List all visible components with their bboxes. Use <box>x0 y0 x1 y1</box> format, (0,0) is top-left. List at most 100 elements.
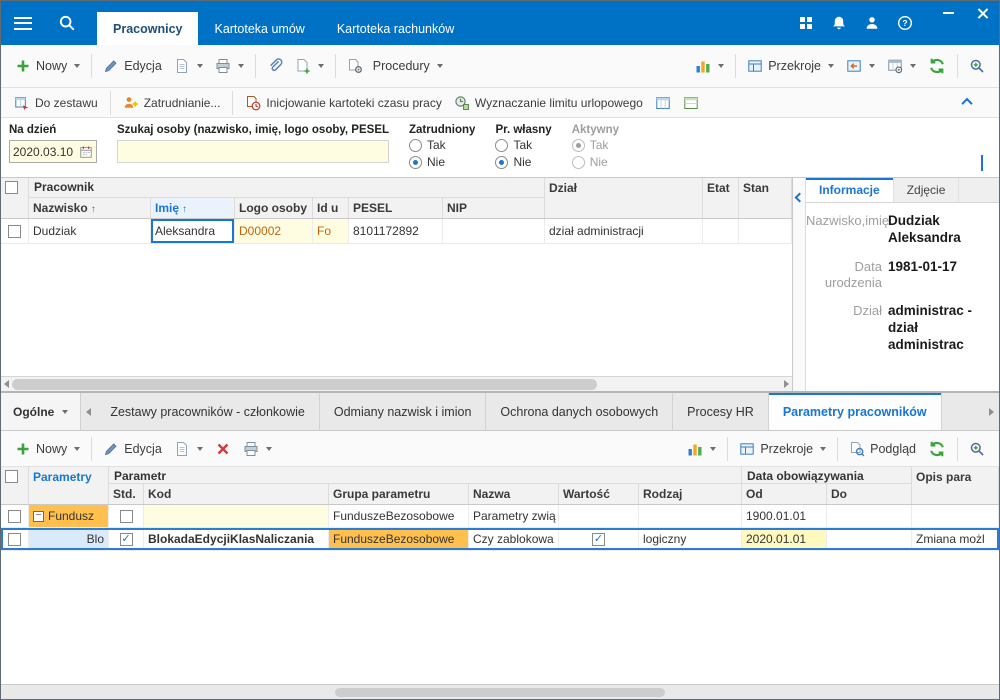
param-sections-button[interactable]: Przekroje <box>733 437 832 461</box>
tab-zdjecie[interactable]: Zdjęcie <box>894 178 960 202</box>
param-refresh-button[interactable] <box>922 436 952 462</box>
group-cell-fundusz[interactable]: Fundusz <box>29 505 109 527</box>
col-header-std[interactable]: Std. <box>109 484 144 504</box>
col-header-imie[interactable]: Imię <box>151 198 235 218</box>
col-header-od[interactable]: Od <box>742 484 827 504</box>
chart-button[interactable] <box>689 54 730 78</box>
panel-collapse-strip[interactable] <box>793 178 806 391</box>
param-edit-button[interactable]: Edycja <box>97 437 168 461</box>
caret-down-icon[interactable] <box>237 64 244 68</box>
cell-parametry[interactable]: Blo <box>29 528 109 550</box>
cell-grupa-parametru[interactable]: FunduszeBezosobowe <box>329 505 469 527</box>
employee-row[interactable]: Dudziak Aleksandra D00002 Fo 8101172892 … <box>1 219 792 244</box>
cell-nazwa[interactable]: Czy zablokowa <box>469 528 559 550</box>
preview-button[interactable]: Podgląd <box>843 437 922 461</box>
ogolne-selector[interactable]: Ogólne <box>1 393 82 430</box>
calendar-icon[interactable] <box>79 145 93 159</box>
tab-ochrona-danych[interactable]: Ochrona danych osobowych <box>486 393 674 430</box>
std-checkbox[interactable] <box>119 509 133 523</box>
collapse-group-icon[interactable] <box>33 510 44 522</box>
search-rows-button[interactable] <box>963 54 991 78</box>
caret-down-icon[interactable] <box>436 64 443 68</box>
collapse-filter-button[interactable] <box>981 155 983 171</box>
hscroll-thumb[interactable] <box>12 378 597 390</box>
col-header-nip[interactable]: NIP <box>443 198 545 218</box>
sort-asc-icon[interactable] <box>91 204 96 215</box>
tab-pracownicy[interactable]: Pracownicy <box>97 12 199 45</box>
radio-icon[interactable] <box>495 138 509 152</box>
hire-button[interactable]: Zatrudnianie... <box>118 92 226 114</box>
employee-grid-hscrollbar[interactable] <box>1 376 792 391</box>
col-header-kod[interactable]: Kod <box>144 484 329 504</box>
attachment-button[interactable] <box>261 54 289 78</box>
param-select-all-checkbox[interactable] <box>5 470 18 483</box>
date-input[interactable]: 2020.03.10 <box>9 140 97 163</box>
scroll-right-icon[interactable] <box>784 380 789 388</box>
close-button[interactable] <box>975 6 989 20</box>
cell-std[interactable] <box>109 528 144 550</box>
caret-down-icon[interactable] <box>910 64 916 68</box>
col-header-logo-osoby[interactable]: Logo osoby <box>235 198 313 218</box>
table-view-green-button[interactable] <box>678 92 704 114</box>
new-document-button[interactable] <box>289 54 330 78</box>
col-header-etat[interactable]: Etat <box>703 178 739 218</box>
col-header-id[interactable]: Id u <box>313 198 349 218</box>
caret-down-icon[interactable] <box>74 446 81 451</box>
cell-do[interactable] <box>827 528 912 550</box>
param-delete-button[interactable] <box>209 437 237 461</box>
col-header-grupa-parametru[interactable]: Grupa parametru <box>329 484 469 504</box>
init-timecard-button[interactable]: Inicjowanie kartoteki czasu pracy <box>240 92 446 114</box>
table-view-blue-button[interactable] <box>650 92 676 114</box>
notifications-button[interactable] <box>829 13 849 33</box>
col-header-dzial[interactable]: Dział <box>545 178 703 218</box>
apps-grid-button[interactable] <box>796 13 816 33</box>
sections-button[interactable]: Przekroje <box>741 54 840 78</box>
bottom-scroll-thumb[interactable] <box>335 687 665 697</box>
caret-down-icon[interactable] <box>710 446 717 451</box>
cell-logo-osoby[interactable]: D00002 <box>235 219 313 243</box>
caret-down-icon[interactable] <box>869 64 875 68</box>
cell-stan[interactable] <box>739 219 792 243</box>
col-header-opis[interactable]: Opis para <box>912 467 999 504</box>
own-yes-option[interactable]: Tak <box>495 137 551 153</box>
col-header-do[interactable]: Do <box>827 484 912 504</box>
col-header-rodzaj[interactable]: Rodzaj <box>639 484 742 504</box>
cell-id[interactable]: Fo <box>313 219 349 243</box>
user-button[interactable] <box>862 13 882 33</box>
radio-selected-icon[interactable] <box>409 155 422 169</box>
param-print-button[interactable] <box>237 437 278 461</box>
sort-asc-icon[interactable] <box>182 204 187 215</box>
param-chart-button[interactable] <box>681 437 722 461</box>
minimize-button[interactable] <box>941 6 955 20</box>
collapse-toolbar-button[interactable] <box>949 94 985 110</box>
param-new-button[interactable]: Nowy <box>9 437 86 461</box>
add-to-set-button[interactable]: Do zestawu <box>9 92 103 114</box>
caret-down-icon[interactable] <box>820 446 827 451</box>
bottom-scrollbar[interactable] <box>1 684 999 699</box>
col-header-stan[interactable]: Stan <box>739 178 792 218</box>
window-arrow-button[interactable] <box>840 54 881 78</box>
edit-button[interactable]: Edycja <box>97 54 168 78</box>
cell-opis[interactable]: Zmiana możl <box>912 528 999 550</box>
param-group-row[interactable]: Fundusz FunduszeBezosobowe Parametry zwi… <box>1 505 999 528</box>
cell-nazwa[interactable]: Parametry zwią <box>469 505 559 527</box>
caret-down-icon[interactable] <box>196 64 203 68</box>
scroll-left-icon[interactable] <box>4 380 9 388</box>
col-header-nazwisko[interactable]: Nazwisko <box>29 198 151 218</box>
refresh-button[interactable] <box>922 53 952 79</box>
row-checkbox[interactable] <box>8 509 21 523</box>
radio-icon[interactable] <box>409 138 422 152</box>
col-header-parametry[interactable]: Parametry <box>29 467 109 504</box>
cell-kod[interactable]: BlokadaEdycjiKlasNaliczania <box>144 528 329 550</box>
tab-scroll-right[interactable] <box>984 393 999 430</box>
cell-wartosc[interactable] <box>559 528 639 550</box>
band-title-pracownik[interactable]: Pracownik <box>29 178 545 198</box>
caret-down-icon[interactable] <box>317 64 324 68</box>
procedures-button[interactable]: Procedury <box>341 54 449 78</box>
radio-selected-icon[interactable] <box>495 155 509 169</box>
grid-settings-button[interactable] <box>881 54 922 78</box>
document-button[interactable] <box>168 54 209 78</box>
band-title-parametr[interactable]: Parametr <box>109 467 742 484</box>
global-search-button[interactable] <box>45 1 89 45</box>
band-title-data[interactable]: Data obowiązywania <box>742 467 912 484</box>
